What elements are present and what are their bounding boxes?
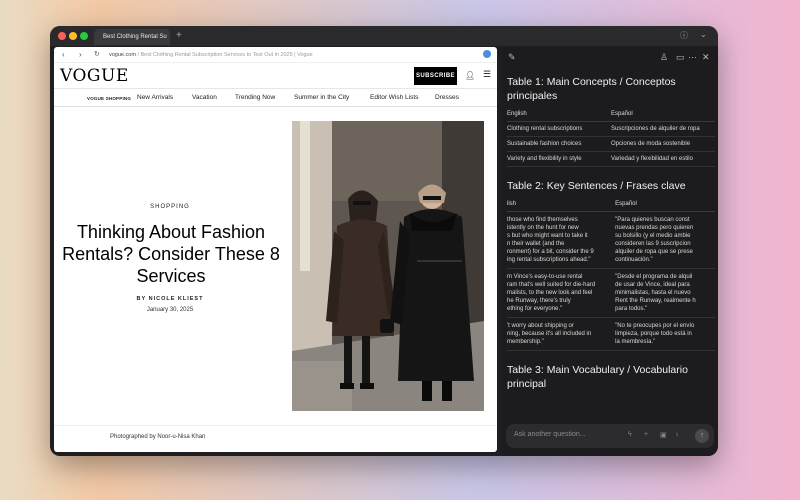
more-icon[interactable]: ⋯: [688, 52, 697, 63]
table2-header-espanol: Español: [615, 197, 715, 212]
chevron-down-icon[interactable]: ⌄: [700, 30, 707, 39]
table2-title: Table 2: Key Sentences / Frases clave: [507, 180, 686, 192]
web-page: ‹ › ↻ vogue.com / Best Clothing Rental S…: [54, 47, 497, 452]
photo-credit: Photographed by Noor-u-Nisa Khan: [110, 434, 206, 440]
microphone-icon[interactable]: ♮: [676, 431, 679, 439]
send-button[interactable]: ↑: [695, 429, 709, 443]
article-kicker[interactable]: SHOPPING: [54, 204, 286, 210]
profile-icon[interactable]: ♙: [660, 52, 668, 63]
table2-cell: 't worry about shipping or ning, because…: [507, 317, 616, 351]
table-row: m Vince's easy-to-use rental ram that's …: [507, 268, 715, 318]
table2-cell: those who find themselves istently on th…: [507, 211, 616, 269]
subnav-new-arrivals[interactable]: New Arrivals: [137, 94, 173, 101]
url-domain: vogue.com: [109, 52, 136, 58]
url-text[interactable]: vogue.com / Best Clothing Rental Subscri…: [109, 52, 313, 58]
assistant-sidebar: ✎ ♙ ▭ ⋯ ✕ Table 1: Main Concepts / Conce…: [502, 47, 718, 456]
subnav-editor-wish-lists[interactable]: Editor Wish Lists: [370, 94, 418, 101]
menu-icon[interactable]: ☰: [483, 69, 491, 80]
new-tab-button[interactable]: +: [176, 30, 182, 42]
table1-cell: Variedad y flexibilidad en estilo: [611, 151, 715, 167]
new-chat-icon[interactable]: ✎: [508, 52, 516, 63]
lightning-icon[interactable]: ϟ: [628, 431, 632, 438]
subnav-summer-in-the-city[interactable]: Summer in the City: [294, 94, 349, 101]
hero-photo-illustration: [292, 121, 484, 411]
table1-cell: Clothing rental subscriptions: [507, 121, 611, 137]
sidebar-toolbar: ✎ ♙ ▭ ⋯ ✕: [502, 47, 718, 69]
table-row: 't worry about shipping or ning, because…: [507, 317, 715, 351]
reload-icon[interactable]: ↻: [94, 50, 100, 58]
table-row: those who find themselves istently on th…: [507, 211, 715, 269]
minimize-window-button[interactable]: [69, 32, 77, 40]
table-row: Clothing rental subscriptions Suscripcio…: [507, 121, 715, 137]
sub-navigation: VOGUE SHOPPING New Arrivals Vacation Tre…: [54, 89, 497, 107]
subnav-dresses[interactable]: Dresses: [435, 94, 459, 101]
address-bar[interactable]: ‹ › ↻ vogue.com / Best Clothing Rental S…: [54, 47, 497, 63]
ask-input[interactable]: Ask another question... ϟ + ▣ ♮ ↑: [506, 424, 714, 448]
plus-icon[interactable]: +: [644, 431, 648, 438]
article-date: January 30, 2025: [146, 307, 194, 313]
sidebar-content: Table 1: Main Concepts / Conceptos princ…: [507, 75, 715, 415]
hero-photo: [292, 121, 484, 411]
table1-cell: Suscripciones de alquiler de ropa: [611, 121, 715, 137]
article-byline[interactable]: BY NICOLE KLIEST: [54, 296, 286, 302]
table1-header-espanol: Español: [611, 107, 715, 122]
subnav-trending-now[interactable]: Trending Now: [235, 94, 275, 101]
camera-icon[interactable]: ▣: [660, 431, 667, 439]
table2-header-english: lish: [507, 197, 616, 212]
table2-cell: "No te preocupes por el envío limpieza, …: [615, 317, 715, 351]
forward-icon[interactable]: ›: [79, 50, 82, 59]
table1-cell: Variety and flexibility in style: [507, 151, 611, 167]
article-headline: Thinking About Fashion Rentals? Consider…: [62, 222, 280, 286]
table-row: Sustainable fashion choices Opciones de …: [507, 136, 715, 152]
table1-title: Table 1: Main Concepts / Conceptos princ…: [507, 76, 676, 102]
table1-cell: Opciones de moda sostenible: [611, 136, 715, 152]
table1-header-english: English: [507, 107, 611, 122]
photo-credit-bar: Photographed by Noor-u-Nisa Khan: [54, 425, 497, 452]
info-icon[interactable]: ⓘ: [680, 30, 688, 41]
browser-window: Best Clothing Rental Su + ⓘ ⌄ ‹ › ↻ vogu…: [50, 26, 718, 456]
back-icon[interactable]: ‹: [62, 50, 65, 59]
panel-layout-icon[interactable]: ▭: [676, 52, 685, 63]
subnav-vogue-shopping[interactable]: VOGUE SHOPPING: [87, 96, 131, 101]
user-icon[interactable]: 👤︎: [465, 71, 475, 80]
table2: lish Español those who find themselves i…: [507, 197, 715, 351]
vogue-logo[interactable]: VOGUE: [60, 66, 129, 86]
vogue-header: VOGUE SUBSCRIBE 👤︎ ☰: [54, 63, 497, 89]
subnav-vacation[interactable]: Vacation: [192, 94, 217, 101]
maximize-window-button[interactable]: [80, 32, 88, 40]
extension-icon[interactable]: [483, 50, 491, 58]
browser-tab[interactable]: Best Clothing Rental Su: [94, 29, 170, 45]
close-window-button[interactable]: [58, 32, 66, 40]
table3-title: Table 3: Main Vocabulary / Vocabulario p…: [507, 364, 688, 390]
title-bar: Best Clothing Rental Su + ⓘ ⌄: [50, 26, 718, 46]
url-path: / Best Clothing Rental Subscription Serv…: [137, 52, 313, 58]
table2-cell: "Para quienes buscan const nuevas prenda…: [615, 211, 715, 269]
table-row: Variety and flexibility in style Varieda…: [507, 151, 715, 167]
table2-cell: "Desde el programa de alquil de usar de …: [615, 268, 715, 318]
table1-cell: Sustainable fashion choices: [507, 136, 611, 152]
article: SHOPPING Thinking About Fashion Rentals?…: [54, 109, 497, 427]
close-icon[interactable]: ✕: [702, 52, 710, 63]
subscribe-button[interactable]: SUBSCRIBE: [414, 67, 457, 85]
ask-placeholder: Ask another question...: [514, 431, 586, 438]
table2-cell: m Vince's easy-to-use rental ram that's …: [507, 268, 616, 318]
table1: English Español Clothing rental subscrip…: [507, 107, 715, 167]
